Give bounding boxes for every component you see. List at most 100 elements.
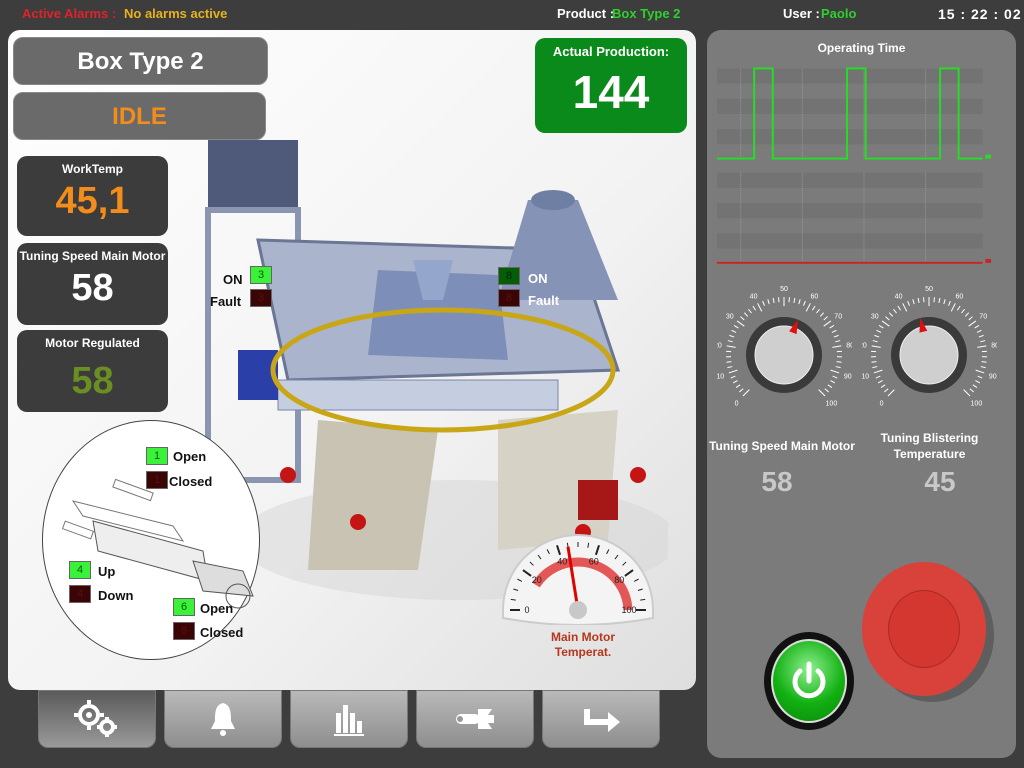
nav-exit-button[interactable] — [542, 690, 660, 748]
work-temp-value: 45,1 — [55, 180, 130, 222]
knob-tick — [728, 369, 738, 374]
knob-tick — [762, 300, 765, 306]
knob-tick — [735, 384, 741, 389]
knob-tick-label: 100 — [826, 400, 838, 407]
knob-tick — [897, 305, 902, 311]
knob-tick — [976, 329, 982, 333]
motor-left-on-indicator: 3 — [250, 266, 272, 284]
knob-tick-label: 20 — [862, 343, 867, 350]
knob-tick-label: 40 — [895, 293, 903, 300]
motor-right-fault-indicator: 8 — [498, 289, 520, 307]
knob-tick-label: 0 — [735, 400, 739, 407]
user-label: User : — [783, 6, 820, 21]
clock: 15 : 22 : 02 — [938, 6, 1022, 22]
knob-tick — [835, 340, 841, 343]
operating-time-chart — [717, 67, 992, 264]
knob-tick-label: 60 — [956, 293, 964, 300]
start-power-button[interactable] — [764, 632, 854, 730]
motor-right-on-indicator: 8 — [498, 267, 520, 285]
knob-tick — [736, 320, 745, 327]
knob-tick — [827, 384, 833, 389]
knob-tick — [912, 299, 915, 305]
knob-tick — [871, 345, 881, 348]
knob-tick — [833, 334, 839, 338]
series-marker-running — [985, 154, 992, 159]
knob-tick — [740, 316, 745, 321]
valve1-open-label: Open — [173, 449, 207, 464]
knob-tick — [872, 340, 878, 343]
valve6-closed-label: Closed — [200, 625, 244, 640]
knob-tick — [830, 380, 836, 384]
active-alarms-value[interactable]: No alarms active — [124, 6, 227, 21]
knob-tick — [772, 297, 775, 304]
knob-tick — [880, 384, 886, 389]
knob-tick — [980, 340, 986, 343]
knob-tick — [977, 375, 983, 379]
knob-tick — [872, 366, 878, 369]
gauge-tick-label: 80 — [614, 575, 624, 585]
knob-tick — [798, 299, 801, 305]
knob-tick — [726, 345, 736, 348]
nav-settings-button[interactable] — [38, 690, 156, 748]
knob-tick — [823, 320, 832, 327]
tuning-speed-value: 58 — [71, 267, 114, 309]
machine-status-display: IDLE — [13, 92, 266, 140]
bar-chart-icon — [334, 705, 364, 736]
series-marker-fault — [985, 259, 992, 263]
nav-alarms-button[interactable] — [164, 690, 282, 748]
knob-tick — [969, 388, 975, 393]
motor-right-fault-label: Fault — [528, 293, 560, 308]
lift4-down-indicator: 4 — [69, 585, 91, 603]
gauge-tick-label: 40 — [557, 556, 567, 566]
knob-tick — [871, 361, 877, 363]
knob-tick-label: 30 — [726, 314, 734, 321]
knob-tick — [974, 325, 980, 329]
knob-tick — [968, 316, 973, 321]
knob-tick — [963, 389, 971, 397]
knob-tick — [767, 299, 770, 305]
knob-tick — [835, 366, 841, 369]
actual-production-value: 144 — [572, 66, 650, 118]
knob-tick — [950, 303, 956, 312]
knob-cap — [754, 325, 814, 385]
bell-icon — [211, 703, 235, 736]
knob-tick — [888, 312, 894, 317]
main-motor-temp-gauge: 0 20 40 60 80 100 — [502, 534, 654, 625]
emergency-stop-button[interactable] — [862, 562, 986, 696]
knob-tick — [816, 308, 820, 314]
blistering-temp-label-line2: Temperature — [893, 447, 966, 461]
knob-tick — [805, 303, 811, 312]
knob-tick — [876, 329, 882, 333]
knob-tick-label: 60 — [811, 293, 819, 300]
knob-tick — [829, 325, 835, 329]
knob-tick — [757, 303, 763, 312]
blistering-temp-knob[interactable]: 0 10 20 30 40 50 60 70 80 90 100 — [862, 283, 997, 413]
knob-tick — [836, 361, 842, 363]
nav-statistics-button[interactable] — [290, 690, 408, 748]
knob-tick-label: 100 — [971, 400, 983, 407]
arrow-right-icon — [584, 709, 620, 732]
knob-tick-label: 50 — [925, 286, 933, 293]
grid-band — [717, 68, 983, 84]
lift4-up-indicator: 4 — [69, 561, 91, 579]
knob-tick — [943, 299, 946, 305]
motor-left-fault-label: Fault — [210, 294, 242, 309]
tuning-speed-box: Tuning Speed Main Motor 58 — [17, 243, 168, 325]
knob-tick — [742, 389, 750, 397]
knob-tick — [956, 305, 961, 311]
tuning-speed-knob[interactable]: 0 10 20 30 40 50 60 70 80 90 100 — [717, 283, 852, 413]
knob-tick — [968, 320, 977, 327]
knob-tick — [727, 366, 733, 369]
nav-maintenance-button[interactable] — [416, 690, 534, 748]
knob-tick — [793, 297, 796, 304]
knob-tick — [877, 380, 883, 384]
top-status-bar: Active Alarms : No alarms active Product… — [0, 0, 1024, 28]
motor-regulated-label: Motor Regulated — [45, 336, 140, 350]
knob-tick — [731, 329, 737, 333]
tuning-speed-label: Tuning Speed Main Motor — [19, 249, 166, 263]
gauge-label-line1: Main Motor — [551, 630, 615, 644]
product-value: Box Type 2 — [612, 6, 681, 21]
valve6-open-indicator: 6 — [173, 598, 195, 616]
blistering-temp-label-line1: Tuning Blistering — [880, 431, 979, 445]
knob-tick — [832, 345, 842, 348]
